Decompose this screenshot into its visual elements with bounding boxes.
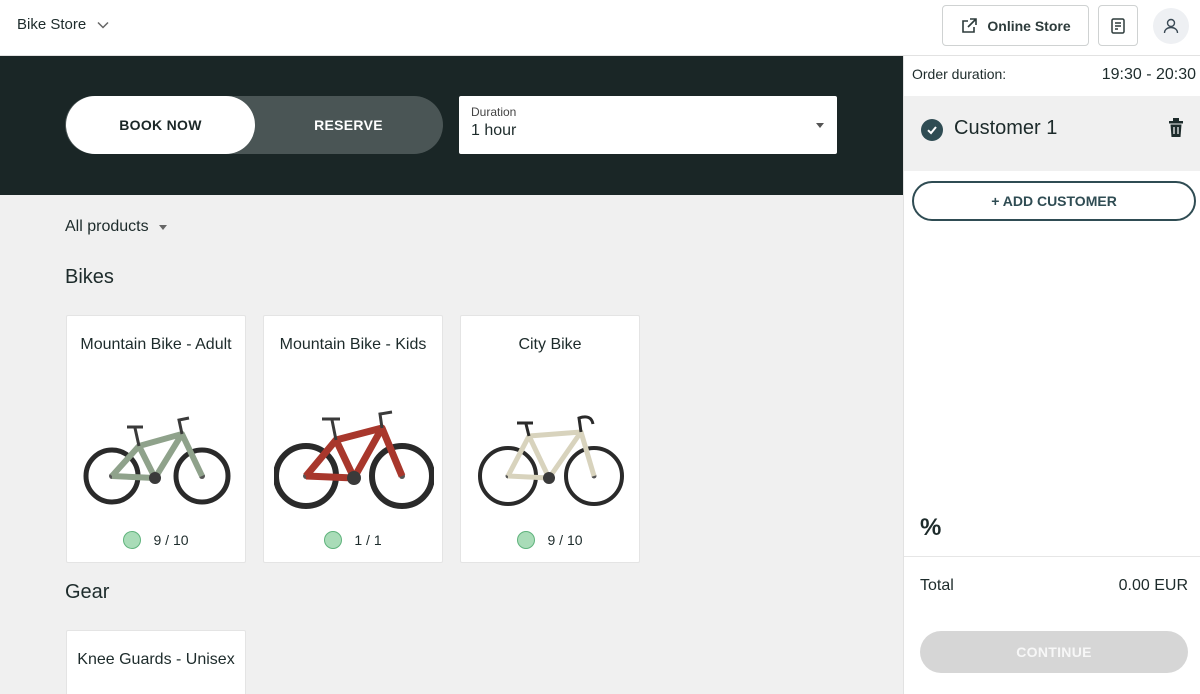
product-name: Mountain Bike - Adult bbox=[77, 332, 235, 357]
order-duration-row: Order duration: 19:30 - 20:30 bbox=[912, 66, 1196, 84]
city-bike-image bbox=[471, 406, 631, 516]
book-now-button[interactable]: BOOK NOW bbox=[66, 96, 255, 154]
section-title-gear: Gear bbox=[65, 581, 109, 604]
availability-dot-icon bbox=[517, 531, 535, 549]
product-card-mountain-bike-adult[interactable]: Mountain Bike - Adult 9 / 10 bbox=[66, 315, 246, 563]
section-title-bikes: Bikes bbox=[65, 266, 114, 289]
product-name: Knee Guards - Unisex bbox=[77, 647, 235, 672]
add-customer-button[interactable]: + ADD CUSTOMER bbox=[912, 181, 1196, 221]
external-link-icon bbox=[960, 17, 978, 35]
stock-count: 1 / 1 bbox=[354, 532, 381, 548]
user-account-button[interactable] bbox=[1153, 8, 1189, 44]
total-value: 0.00 EUR bbox=[1119, 577, 1188, 595]
duration-value: 1 hour bbox=[471, 122, 825, 140]
booking-band: BOOK NOW RESERVE Duration 1 hour bbox=[0, 56, 903, 195]
online-store-button[interactable]: Online Store bbox=[942, 5, 1089, 46]
stock-indicator: 9 / 10 bbox=[67, 531, 245, 549]
dropdown-caret-icon bbox=[816, 123, 824, 128]
product-name: City Bike bbox=[471, 332, 629, 357]
product-name: Mountain Bike - Kids bbox=[274, 332, 432, 357]
delete-customer-button[interactable] bbox=[1166, 116, 1186, 143]
chevron-down-icon bbox=[96, 18, 110, 32]
trash-icon bbox=[1166, 116, 1186, 138]
dropdown-caret-icon bbox=[159, 225, 167, 230]
stock-indicator: 9 / 10 bbox=[461, 531, 639, 549]
order-panel: Order duration: 19:30 - 20:30 Customer 1… bbox=[903, 56, 1200, 694]
check-circle-icon bbox=[921, 119, 943, 141]
stock-count: 9 / 10 bbox=[153, 532, 188, 548]
customer-row[interactable]: Customer 1 bbox=[904, 96, 1200, 171]
product-filter[interactable]: All products bbox=[65, 218, 167, 236]
stock-count: 9 / 10 bbox=[547, 532, 582, 548]
order-duration-value: 19:30 - 20:30 bbox=[1102, 66, 1196, 84]
order-notes-button[interactable] bbox=[1098, 5, 1138, 46]
product-card-city-bike[interactable]: City Bike 9 / 10 bbox=[460, 315, 640, 563]
customer-name: Customer 1 bbox=[954, 117, 1057, 140]
order-duration-label: Order duration: bbox=[912, 66, 1006, 84]
booking-mode-toggle: BOOK NOW RESERVE bbox=[65, 96, 443, 154]
reserve-button[interactable]: RESERVE bbox=[254, 96, 443, 154]
product-card-knee-guards[interactable]: Knee Guards - Unisex bbox=[66, 630, 246, 694]
online-store-label: Online Store bbox=[987, 18, 1070, 34]
top-bar: Bike Store Online Store bbox=[0, 0, 1200, 56]
duration-label: Duration bbox=[471, 105, 825, 119]
receipt-icon bbox=[1109, 17, 1127, 35]
total-label: Total bbox=[920, 577, 954, 595]
store-name: Bike Store bbox=[17, 16, 86, 33]
mountain-bike-image bbox=[77, 406, 237, 516]
availability-dot-icon bbox=[123, 531, 141, 549]
product-filter-label: All products bbox=[65, 218, 149, 236]
stock-indicator: 1 / 1 bbox=[264, 531, 442, 549]
divider bbox=[904, 556, 1200, 557]
duration-select[interactable]: Duration 1 hour bbox=[459, 96, 837, 154]
product-card-mountain-bike-kids[interactable]: Mountain Bike - Kids 1 / 1 bbox=[263, 315, 443, 563]
store-selector[interactable]: Bike Store bbox=[17, 16, 110, 33]
continue-button[interactable]: CONTINUE bbox=[920, 631, 1188, 673]
total-row: Total 0.00 EUR bbox=[920, 577, 1188, 595]
discount-button[interactable]: % bbox=[920, 514, 941, 542]
mountain-bike-image bbox=[274, 406, 434, 516]
availability-dot-icon bbox=[324, 531, 342, 549]
user-icon bbox=[1162, 17, 1180, 35]
